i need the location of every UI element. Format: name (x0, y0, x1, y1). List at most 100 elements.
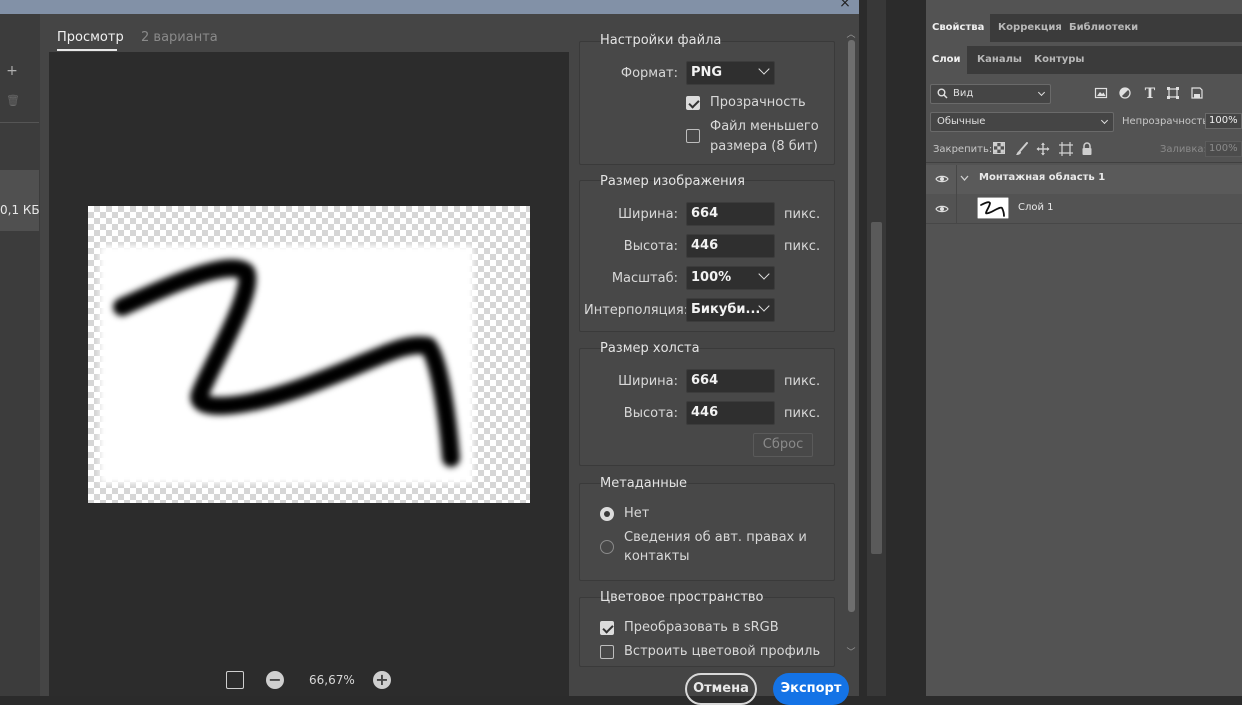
smart-object-filter-icon[interactable] (1190, 86, 1206, 102)
layers-panel (926, 0, 1242, 696)
zoom-level: 66,67% (309, 673, 355, 687)
zoom-out-icon[interactable]: − (266, 671, 284, 689)
canvas-size-title: Размер холста (600, 341, 700, 356)
lock-label: Закрепить: (933, 144, 993, 155)
interpolation-label: Интерполяция: (584, 303, 689, 318)
transparency-checkbox[interactable] (686, 96, 700, 110)
asset-item-selected[interactable] (0, 170, 39, 231)
scale-select[interactable]: 100% (686, 266, 775, 290)
image-height-input[interactable]: 446 (686, 234, 775, 258)
divider (0, 122, 39, 123)
delete-asset-icon[interactable]: 🗑 (6, 94, 20, 108)
scroll-up-icon[interactable]: ︿ (846, 30, 856, 40)
scroll-down-icon[interactable]: ﹀ (846, 648, 856, 658)
lock-position-move-icon[interactable] (1036, 142, 1050, 156)
chevron-down-icon (1100, 116, 1109, 125)
layer-name-layer1: Слой 1 (1018, 202, 1054, 213)
canvas-width-label: Ширина: (618, 374, 678, 389)
tab-libraries[interactable]: Библиотеки (1063, 14, 1144, 42)
metadata-title: Метаданные (600, 476, 687, 491)
file-settings-title: Настройки файла (600, 33, 722, 48)
opacity-label: Непрозрачность: (1122, 116, 1212, 127)
layer-row-layer1[interactable] (926, 194, 1242, 224)
layer-name-artboard: Монтажная область 1 (979, 172, 1106, 183)
image-size-title: Размер изображения (600, 174, 745, 189)
scale-value: 100% (691, 270, 732, 285)
canvas-height-label: Высота: (623, 406, 678, 421)
properties-tab-bar: Свойства Коррекция Библиотеки (926, 14, 1242, 42)
canvas-height-input[interactable]: 446 (686, 401, 775, 425)
smaller-file-label-line2: размера (8 бит) (710, 139, 818, 154)
add-asset-icon[interactable]: + (6, 64, 18, 78)
tab-layers[interactable]: Слои (926, 46, 967, 74)
layers-tab-bar: Слои Каналы Контуры (926, 46, 1242, 74)
tab-preview[interactable]: Просмотр (57, 30, 124, 45)
export-dialog: × + 🗑 0,1 КБ Просмотр 2 варианта − 66,67… (0, 0, 859, 705)
search-icon (937, 88, 948, 99)
tab-adjustments[interactable]: Коррекция (992, 14, 1068, 42)
tab-channels[interactable]: Каналы (971, 46, 1028, 74)
chevron-down-icon (758, 268, 770, 280)
visibility-eye-icon[interactable] (935, 174, 949, 184)
asset-list-sidebar: + 🗑 (0, 14, 40, 696)
cancel-button[interactable]: Отмена (685, 673, 757, 705)
active-tab-indicator (57, 49, 117, 51)
chevron-down-icon (758, 63, 770, 75)
embed-profile-checkbox[interactable] (600, 645, 614, 659)
asset-file-size: 0,1 КБ (0, 203, 40, 217)
type-filter-icon[interactable]: T (1142, 86, 1158, 102)
fit-to-view-icon[interactable] (226, 671, 244, 689)
brush-stroke-image (113, 259, 460, 467)
metadata-copyright-radio[interactable] (600, 540, 614, 554)
scale-label: Масштаб: (611, 271, 678, 286)
lock-transparency-icon[interactable] (993, 142, 1007, 156)
blend-mode-select[interactable]: Обычные (930, 112, 1114, 132)
divider (956, 194, 957, 224)
image-width-input[interactable]: 664 (686, 202, 775, 226)
metadata-copyright-label-line2: контакты (624, 549, 690, 564)
smaller-file-label-line1: Файл меньшего (710, 119, 819, 134)
chevron-down-icon (1037, 88, 1046, 97)
canvas-width-input[interactable]: 664 (686, 369, 775, 393)
metadata-none-radio[interactable] (600, 507, 614, 521)
close-icon[interactable]: × (836, 0, 854, 11)
tab-paths[interactable]: Контуры (1028, 46, 1090, 74)
reset-button[interactable]: Сброс (753, 433, 813, 457)
dialog-titlebar (0, 0, 859, 14)
lock-all-icon[interactable] (1081, 142, 1095, 156)
image-filter-icon[interactable] (1094, 86, 1110, 102)
canvas-scrollbar-thumb[interactable] (871, 222, 882, 554)
lock-pixels-brush-icon[interactable] (1015, 142, 1029, 156)
fill-input[interactable]: 100% (1205, 141, 1242, 157)
image-height-label: Высота: (623, 239, 678, 254)
visibility-eye-icon[interactable] (935, 204, 949, 214)
chevron-down-icon[interactable] (960, 175, 969, 182)
settings-scrollbar-thumb[interactable] (848, 40, 855, 612)
tab-properties[interactable]: Свойства (926, 14, 991, 42)
smaller-file-checkbox[interactable] (686, 129, 700, 143)
zoom-in-icon[interactable]: + (373, 671, 391, 689)
export-button[interactable]: Экспорт (773, 673, 849, 705)
format-value: PNG (691, 65, 723, 80)
fill-label: Заливка: (1160, 144, 1207, 155)
format-label: Формат: (620, 66, 678, 81)
interpolation-select[interactable]: Бикуби... (686, 298, 775, 322)
image-width-unit: пикс. (784, 207, 821, 222)
opacity-input[interactable]: 100% (1205, 113, 1242, 129)
shape-filter-icon[interactable] (1166, 86, 1182, 102)
transparency-label: Прозрачность (710, 95, 806, 110)
layer-thumbnail (977, 197, 1009, 219)
tab-variants[interactable]: 2 варианта (141, 30, 218, 45)
convert-srgb-label: Преобразовать в sRGB (624, 620, 779, 635)
embed-profile-label: Встроить цветовой профиль (624, 644, 821, 659)
divider (926, 162, 1242, 163)
format-select[interactable]: PNG (686, 61, 775, 85)
canvas-height-unit: пикс. (784, 406, 821, 421)
interpolation-value: Бикуби... (691, 302, 761, 317)
adjustment-filter-icon[interactable] (1118, 86, 1134, 102)
panel-gutter (886, 0, 926, 696)
convert-srgb-checkbox[interactable] (600, 621, 614, 635)
lock-artboard-icon[interactable] (1059, 142, 1073, 156)
layer-filter-select[interactable]: Вид (930, 84, 1051, 104)
blend-mode-value: Обычные (937, 116, 986, 127)
